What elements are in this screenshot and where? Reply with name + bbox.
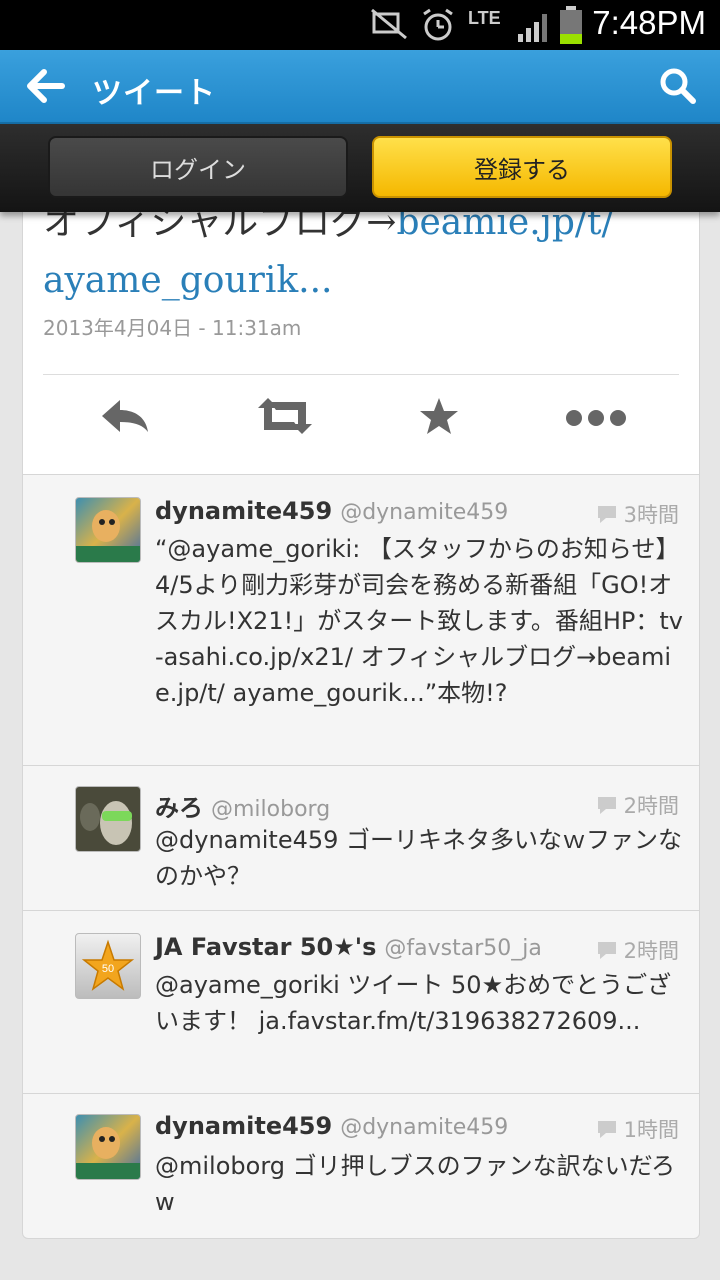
list-item[interactable]: みろ @miloborg 2時間 @dynamite459 ゴーリキネタ多いなｗフ… <box>23 766 699 911</box>
reply-author[interactable]: dynamite459 @dynamite459 <box>155 1112 508 1140</box>
signup-button[interactable]: 登録する <box>372 136 672 198</box>
time-label: 3時間 <box>623 503 679 527</box>
author-name: JA Favstar 50★'s <box>155 933 377 961</box>
author-name: みろ <box>155 794 203 822</box>
author-handle: @dynamite459 <box>340 500 509 525</box>
login-button[interactable]: ログイン <box>48 136 348 198</box>
tweet-date: 2013年4月04日 - 11:31am <box>43 316 302 340</box>
favorite-star-icon <box>420 398 458 434</box>
mute-icon <box>371 8 407 40</box>
tweet-link[interactable]: beamie.jp/t/ <box>396 212 613 243</box>
reply-text: @miloborg ゴリ押しブスのファンな訳ないだろw <box>155 1152 676 1216</box>
reply-time: 2時間 <box>596 790 679 820</box>
avatar[interactable]: 50 <box>75 933 141 999</box>
status-bar: LTE 7:48PM <box>0 0 720 50</box>
author-handle: @favstar50_ja <box>384 936 542 961</box>
search-icon[interactable] <box>658 66 698 106</box>
divider <box>43 374 679 375</box>
reply-time: 2時間 <box>596 935 679 965</box>
avatar[interactable] <box>75 786 141 852</box>
time-label: 2時間 <box>623 794 679 818</box>
reply-time: 3時間 <box>596 499 679 529</box>
signal-icon <box>518 14 547 42</box>
speech-bubble-icon <box>597 942 616 959</box>
tweet-card: オフィシャルブログ→beamie.jp/t/ ayame_gourik... 2… <box>22 212 700 475</box>
author-handle: @miloborg <box>211 797 331 822</box>
time-label: 1時間 <box>623 1118 679 1142</box>
avatar-label: 50 <box>102 963 114 975</box>
tweet-text: オフィシャルブログ→beamie.jp/t/ ayame_gourik... <box>43 212 614 310</box>
more-button[interactable] <box>563 396 629 440</box>
reply-text: “@ayame_goriki: 【スタッフからのお知らせ】4/5より剛力彩芽が司… <box>155 535 683 707</box>
page-title: ツイート <box>92 76 216 111</box>
tweet-text-plain: オフィシャルブログ→ <box>43 212 397 243</box>
reply-author[interactable]: dynamite459 @dynamite459 <box>155 497 508 525</box>
retweet-icon <box>258 398 312 434</box>
more-icon <box>566 410 626 426</box>
reply-text: @ayame_goriki ツイート 50★おめでとうございます！ ja.fav… <box>155 971 672 1035</box>
alarm-icon <box>423 8 453 41</box>
tweet-link-continued[interactable]: ayame_gourik... <box>43 260 332 301</box>
time-label: 2時間 <box>623 939 679 963</box>
speech-bubble-icon <box>597 1121 616 1138</box>
author-name: dynamite459 <box>155 1112 333 1140</box>
lte-icon: LTE <box>468 8 501 28</box>
login-bar: ログイン 登録する <box>0 124 720 212</box>
back-arrow-icon[interactable] <box>24 66 66 106</box>
list-item[interactable]: 50 JA Favstar 50★'s @favstar50_ja 2時間 @ay… <box>23 911 699 1094</box>
replies-list: dynamite459 @dynamite459 3時間 “@ayame_gori… <box>22 474 700 1239</box>
app-bar: ツイート <box>0 50 720 124</box>
speech-bubble-icon <box>597 797 616 814</box>
battery-icon <box>560 6 582 44</box>
status-time: 7:48PM <box>592 4 706 41</box>
avatar[interactable] <box>75 497 141 563</box>
reply-text: @dynamite459 ゴーリキネタ多いなｗファンなのかや？ <box>155 826 683 890</box>
reply-icon <box>102 400 148 432</box>
reply-author[interactable]: みろ @miloborg <box>155 788 330 823</box>
reply-button[interactable] <box>95 396 155 440</box>
retweet-button[interactable] <box>253 396 317 440</box>
list-item[interactable]: dynamite459 @dynamite459 3時間 “@ayame_gori… <box>23 475 699 766</box>
author-handle: @dynamite459 <box>340 1115 509 1140</box>
avatar[interactable] <box>75 1114 141 1180</box>
author-name: dynamite459 <box>155 497 333 525</box>
reply-author[interactable]: JA Favstar 50★'s @favstar50_ja <box>155 933 542 961</box>
favorite-button[interactable] <box>409 396 469 440</box>
reply-time: 1時間 <box>596 1114 679 1144</box>
list-item[interactable]: dynamite459 @dynamite459 1時間 @miloborg ゴリ… <box>23 1094 699 1238</box>
speech-bubble-icon <box>597 506 616 523</box>
